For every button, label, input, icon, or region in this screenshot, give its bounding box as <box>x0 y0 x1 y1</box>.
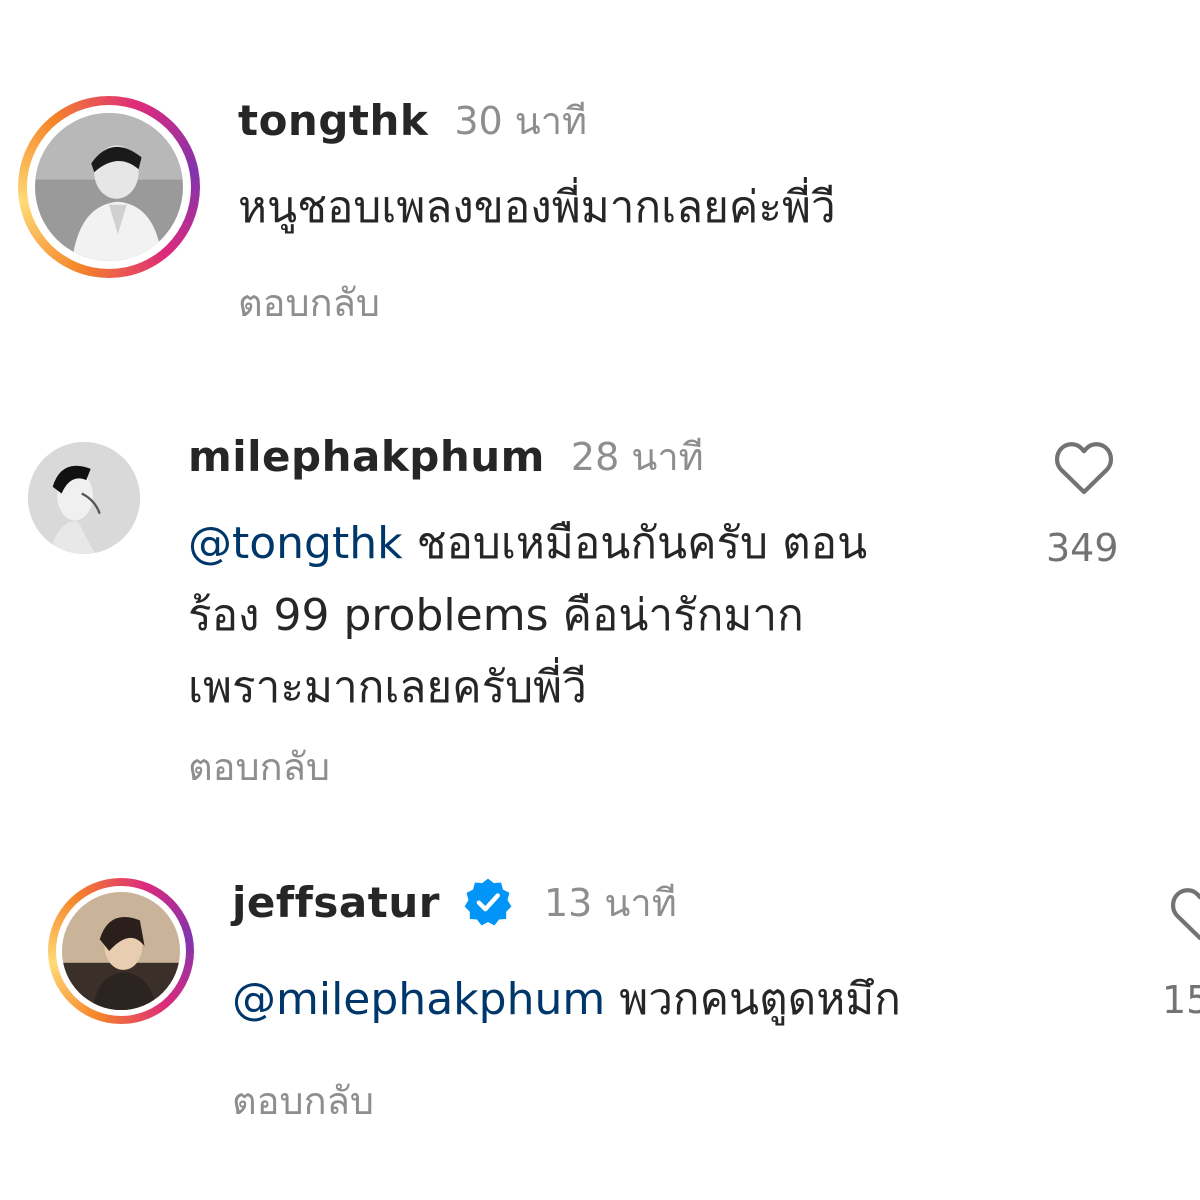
comment-time: 13 นาที <box>543 880 677 925</box>
username-jeffsatur[interactable]: jeffsatur <box>232 878 440 927</box>
comment-time: 28 นาที <box>570 434 704 479</box>
avatar-jeffsatur[interactable] <box>62 892 180 1010</box>
story-ring[interactable] <box>18 96 200 278</box>
comment-text: @milephakphum พวกคนตูดหมึก <box>232 964 901 1036</box>
comment-milephakphum: milephakphum 28 นาที @tongthk ชอบเหมือนก… <box>0 400 1200 800</box>
like-count: 349 <box>1046 526 1119 570</box>
avatar-photo-icon <box>62 892 180 1010</box>
comment-text: @tongthk ชอบเหมือนกันครับ ตอน ร้อง 99 pr… <box>188 508 867 724</box>
mention-link[interactable]: @tongthk <box>188 518 403 569</box>
verified-badge-icon <box>464 878 512 926</box>
comment-line-2: ร้อง 99 problems คือน่ารักมาก <box>188 590 804 641</box>
avatar-photo-icon <box>28 442 140 554</box>
mention-link[interactable]: @milephakphum <box>232 974 605 1025</box>
comment-header: jeffsatur 13 นาที <box>232 874 677 930</box>
comment-tongthk: tongthk 30 นาที หนูชอบเพลงของพี่มากเลยค่… <box>0 0 1200 340</box>
heart-outline-icon[interactable] <box>1052 438 1116 496</box>
comment-header: milephakphum 28 นาที <box>188 428 704 484</box>
comment-text-body: พวกคนตูดหมึก <box>619 974 901 1025</box>
username-milephakphum[interactable]: milephakphum <box>188 432 545 481</box>
comment-line-1-text: ชอบเหมือนกันครับ ตอน <box>416 518 868 569</box>
heart-outline-icon[interactable] <box>1168 884 1200 942</box>
comment-jeffsatur: jeffsatur 13 นาที @milephakphum พวกคนตูด… <box>0 860 1200 1200</box>
like-count: 15 <box>1162 978 1200 1022</box>
avatar-milephakphum[interactable] <box>28 442 140 554</box>
comment-header: tongthk 30 นาที <box>238 92 587 148</box>
reply-button[interactable]: ตอบกลับ <box>188 736 330 797</box>
story-ring[interactable] <box>48 878 194 1024</box>
comment-line-3: เพราะมากเลยครับพี่วี <box>188 662 587 713</box>
reply-button[interactable]: ตอบกลับ <box>238 272 380 333</box>
reply-button[interactable]: ตอบกลับ <box>232 1070 374 1131</box>
username-tongthk[interactable]: tongthk <box>238 96 428 145</box>
comment-time: 30 นาที <box>454 98 588 143</box>
comment-line-1: @tongthk ชอบเหมือนกันครับ ตอน <box>188 508 867 580</box>
avatar-photo-icon <box>35 113 183 261</box>
avatar-tongthk[interactable] <box>35 113 183 261</box>
comment-text: หนูชอบเพลงของพี่มากเลยค่ะพี่วี <box>238 182 836 233</box>
